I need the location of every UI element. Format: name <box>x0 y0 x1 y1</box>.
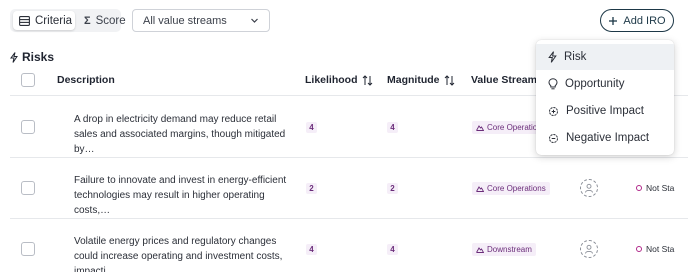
status-dot-icon <box>636 246 642 252</box>
menu-item-risk[interactable]: Risk <box>536 44 674 70</box>
status-dot-icon <box>636 185 642 191</box>
status-badge: Not Sta <box>636 183 688 193</box>
likelihood-badge: 4 <box>306 122 317 133</box>
row-description: Volatile energy prices and regulatory ch… <box>74 236 283 272</box>
magnitude-badge: 4 <box>387 122 398 133</box>
value-stream-select-value: All value streams <box>143 14 227 27</box>
mountain-icon <box>476 186 484 192</box>
add-iro-button[interactable]: Add IRO <box>600 9 674 32</box>
row-description: A drop in electricity demand may reduce … <box>74 114 286 155</box>
mountain-icon <box>476 247 484 253</box>
status-badge: Not Sta <box>636 244 688 254</box>
sigma-icon: Σ <box>84 14 91 27</box>
sort-icon <box>444 74 454 86</box>
section-title-label: Risks <box>22 50 55 64</box>
bolt-icon <box>10 51 18 63</box>
row-description: Failure to innovate and invest in energy… <box>74 175 287 216</box>
add-iro-label: Add IRO <box>623 14 666 27</box>
plus-icon <box>609 16 618 25</box>
menu-item-positive-impact[interactable]: Positive Impact <box>536 98 674 124</box>
row-checkbox[interactable] <box>21 242 35 256</box>
table-icon <box>19 15 30 26</box>
row-checkbox[interactable] <box>21 120 35 134</box>
view-toggle: Criteria Σ Score <box>10 9 126 32</box>
menu-item-opportunity[interactable]: Opportunity <box>536 71 674 97</box>
likelihood-badge: 2 <box>306 183 317 194</box>
select-all-checkbox[interactable] <box>21 73 35 87</box>
magnitude-badge: 2 <box>387 183 398 194</box>
magnitude-badge: 4 <box>387 244 398 255</box>
row-checkbox[interactable] <box>21 181 35 195</box>
tab-score[interactable]: Σ Score <box>78 11 126 30</box>
user-icon <box>585 183 593 193</box>
table-row[interactable]: Volatile energy prices and regulatory ch… <box>10 219 688 272</box>
bolt-icon <box>548 51 557 63</box>
assign-owner-icon[interactable] <box>580 240 598 258</box>
mountain-icon <box>476 125 484 131</box>
likelihood-badge: 4 <box>306 244 317 255</box>
user-icon <box>585 244 593 254</box>
value-stream-badge: Downstream <box>472 243 536 256</box>
menu-item-negative-impact[interactable]: Negative Impact <box>536 125 674 151</box>
header-value-stream[interactable]: Value Stream <box>471 74 537 86</box>
add-iro-menu: Risk Opportunity Positive Impact Negativ… <box>536 40 674 155</box>
sort-icon <box>362 74 372 86</box>
assign-owner-icon[interactable] <box>580 179 598 197</box>
header-description: Description <box>57 74 115 86</box>
tab-score-label: Score <box>95 14 126 27</box>
value-stream-badge: Core Operations <box>472 182 550 195</box>
header-magnitude[interactable]: Magnitude <box>387 74 455 86</box>
table-row[interactable]: Failure to innovate and invest in energy… <box>10 158 688 219</box>
gear-minus-icon <box>549 133 558 143</box>
header-likelihood[interactable]: Likelihood <box>305 74 373 86</box>
tab-criteria-label: Criteria <box>35 14 73 27</box>
gear-plus-icon <box>549 106 558 116</box>
value-stream-select[interactable]: All value streams <box>132 9 270 32</box>
lightbulb-icon <box>548 78 558 90</box>
toolbar: Criteria Σ Score All value streams Add I… <box>0 0 688 44</box>
chevron-down-icon <box>251 18 258 23</box>
section-title: Risks <box>10 50 54 64</box>
tab-criteria[interactable]: Criteria <box>13 11 75 30</box>
